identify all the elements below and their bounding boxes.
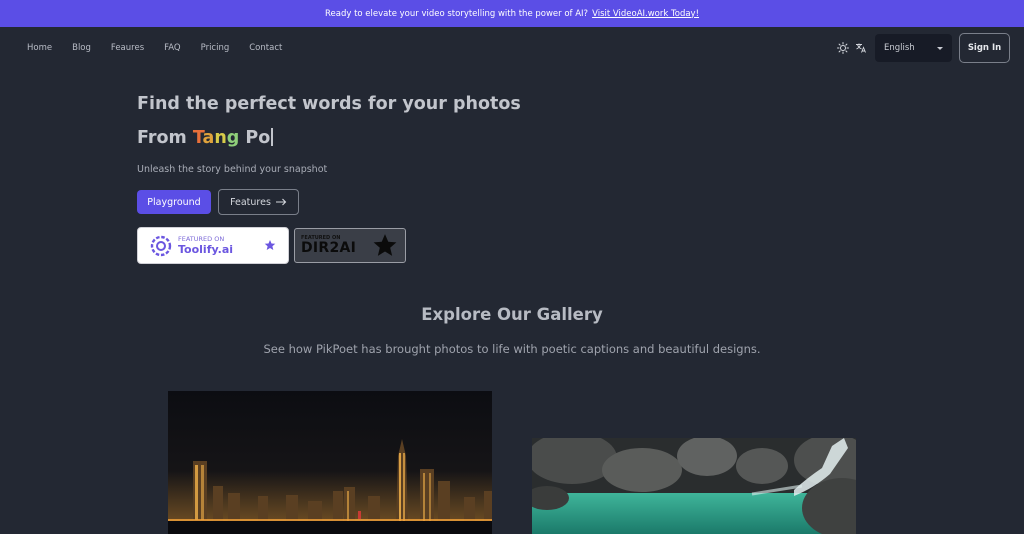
banner-link[interactable]: Visit VideoAI.work Today! [592,9,699,19]
typed-char: g [226,128,240,148]
typed-char: Po [239,128,271,148]
nav-blog[interactable]: Blog [72,43,91,53]
arrow-right-icon [275,198,287,206]
star-icon [373,234,397,256]
dir2ai-name: DIR2AI [301,240,357,256]
nav-home[interactable]: Home [27,43,52,53]
toolify-name: Toolify.ai [178,243,234,256]
nav-pricing[interactable]: Pricing [201,43,230,53]
features-button[interactable]: Features [218,189,299,215]
nav-actions: English Sign In [835,33,1010,63]
dir2ai-badge[interactable]: FEATURED ON DIR2AI [294,228,406,263]
toolify-featured-label: FEATURED ON [178,235,225,243]
banner-text: Ready to elevate your video storytelling… [324,8,589,19]
language-select[interactable]: English [875,34,952,62]
gallery-subtitle: See how PikPoet has brought photos to li… [263,342,761,356]
chevron-down-icon [937,46,943,50]
nav-contact[interactable]: Contact [249,43,282,53]
text-cursor [271,128,273,146]
star-icon [264,240,276,250]
hero-typed-text: From Tang Po [137,128,273,148]
playground-button[interactable]: Playground [137,190,211,214]
top-nav: Home Blog Feaures FAQ Pricing Contact En… [0,27,1024,69]
hero-title: Find the perfect words for your photos [137,94,521,114]
promo-banner: Ready to elevate your video storytelling… [0,0,1024,27]
nav-links: Home Blog Feaures FAQ Pricing Contact [27,27,302,69]
toolify-logo-icon [150,235,172,256]
features-button-label: Features [230,196,271,208]
theme-toggle-sun-icon[interactable] [835,40,851,56]
typed-char: n [214,128,227,148]
language-value: English [884,43,915,53]
toolify-badge[interactable]: FEATURED ON Toolify.ai [137,227,289,264]
typed-char: T [192,128,203,148]
gallery-title: Explore Our Gallery [421,305,603,324]
typed-char: a [202,128,215,148]
gallery-photo-city-night[interactable] [168,391,492,534]
sign-in-button[interactable]: Sign In [959,33,1010,63]
nav-faq[interactable]: FAQ [164,43,180,53]
typed-prefix: From [137,128,193,148]
gallery-photo-waterfall[interactable] [532,438,856,534]
hero-subtitle: Unleash the story behind your snapshot [137,164,328,175]
translate-icon[interactable] [853,40,869,56]
nav-features[interactable]: Feaures [111,43,144,53]
